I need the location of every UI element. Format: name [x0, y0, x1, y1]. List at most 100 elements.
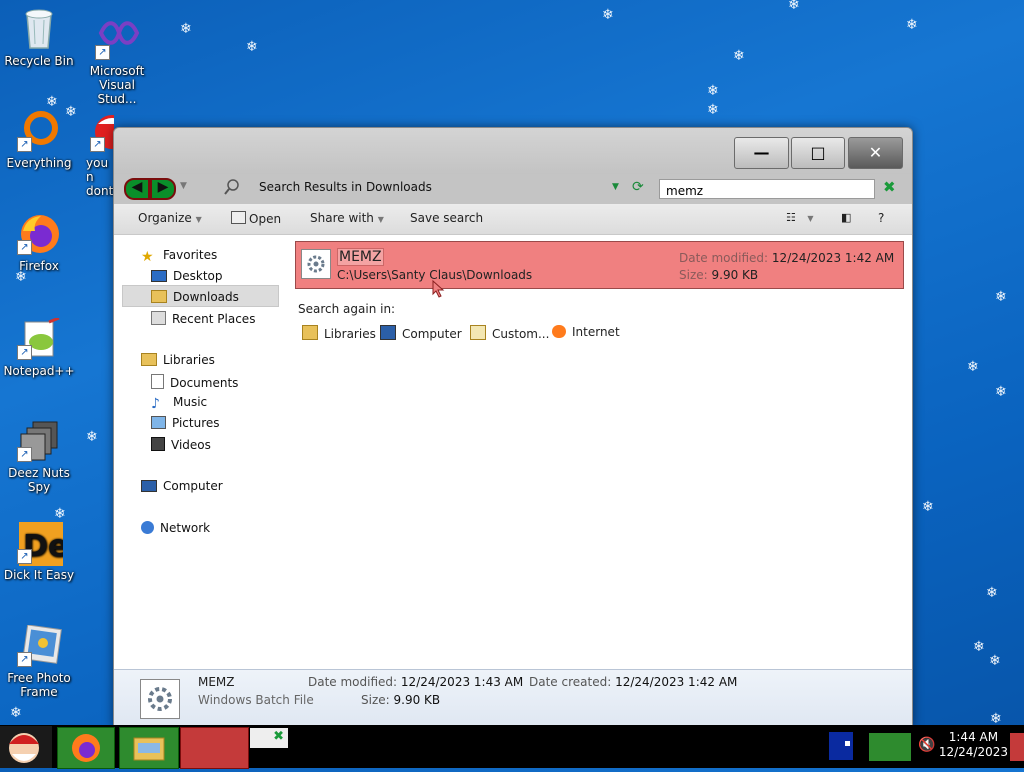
address-dropdown-icon[interactable]: ▼ — [612, 182, 619, 192]
snowflake-icon: ❄ — [10, 705, 22, 721]
desktop-icon-notepadpp[interactable]: ↗ Notepad++ — [0, 316, 78, 378]
desktop-icon-label: Notepad++ — [3, 364, 75, 378]
everything-icon: ↗ — [17, 110, 59, 152]
search-result-item[interactable]: MEMZ C:\Users\Santy Claus\Downloads Date… — [295, 241, 904, 298]
search-again-internet[interactable]: Internet — [552, 325, 620, 339]
nav-documents[interactable]: Documents — [151, 374, 238, 390]
shortcut-arrow-icon: ↗ — [17, 652, 32, 667]
snowflake-icon: ❄ — [180, 21, 192, 37]
desktop-icon-dick-it-easy[interactable]: De ↗ Dick It Easy — [0, 522, 78, 582]
nav-recent-places[interactable]: Recent Places — [151, 311, 255, 326]
computer-icon — [380, 325, 396, 340]
libraries-icon — [302, 325, 318, 340]
snowflake-icon: ❄ — [995, 289, 1007, 305]
shortcut-arrow-icon: ↗ — [17, 345, 32, 360]
shortcut-arrow-icon: ↗ — [17, 447, 32, 462]
open-button[interactable]: Open — [231, 211, 281, 226]
snowflake-icon: ❄ — [788, 0, 800, 13]
desktop-icon-visual-studio[interactable]: ↗ Microsoft Visual Stud... — [78, 18, 156, 106]
title-bar[interactable]: — □ ✕ — [114, 128, 912, 174]
desktop-icon-you-n-dont[interactable]: ↗ you n dont — [78, 110, 114, 198]
desktop-icon-free-photo-frame[interactable]: ↗ Free Photo Frame — [0, 624, 78, 699]
forward-arrow-icon: ▶ — [157, 179, 169, 195]
nav-music[interactable]: ♪ Music — [151, 395, 207, 412]
tray-apps-icon[interactable] — [869, 733, 911, 761]
snowflake-icon: ❄ — [54, 506, 66, 522]
refresh-icon[interactable]: ⟳ — [632, 179, 644, 195]
details-file-name: MEMZ — [198, 675, 235, 689]
shortcut-arrow-icon: ↗ — [17, 137, 32, 152]
desktop-icon-label: Free Photo Frame — [7, 671, 71, 699]
nav-network[interactable]: Network — [141, 521, 210, 535]
back-button[interactable]: ◀ — [124, 178, 150, 200]
preview-pane-icon[interactable]: ◧ — [841, 211, 851, 224]
taskbar-app-red[interactable] — [180, 727, 249, 769]
maximize-button[interactable]: □ — [791, 137, 845, 169]
nav-favorites[interactable]: ★ Favorites — [141, 248, 217, 265]
nav-videos[interactable]: Videos — [151, 437, 211, 452]
documents-icon — [151, 374, 164, 389]
recent-places-icon — [151, 311, 166, 325]
santa-hat-icon: ↗ — [90, 110, 114, 152]
show-hidden-icons[interactable] — [829, 732, 853, 760]
shortcut-arrow-icon: ↗ — [90, 137, 105, 152]
taskbar: ✖ 🔇 1:44 AM 12/24/2023 — [0, 725, 1024, 769]
search-box[interactable] — [659, 179, 875, 199]
share-with-menu[interactable]: Share with ▼ — [310, 211, 384, 225]
details-date-created: Date created: 12/24/2023 1:42 AM — [529, 675, 738, 689]
open-icon — [231, 211, 246, 224]
desktop-icon-recycle-bin[interactable]: Recycle Bin — [0, 8, 78, 68]
result-file-name: MEMZ — [337, 248, 384, 266]
nav-libraries[interactable]: Libraries — [141, 353, 215, 367]
visual-studio-icon: ↗ — [95, 18, 140, 60]
snowflake-icon: ❄ — [733, 48, 745, 64]
minimize-button[interactable]: — — [734, 137, 789, 169]
music-icon: ♪ — [151, 396, 160, 412]
dot-icon — [845, 741, 850, 746]
desktop-icon-firefox[interactable]: ↗ Firefox — [0, 213, 78, 273]
search-again-custom[interactable]: Custom... — [470, 325, 549, 341]
nav-desktop[interactable]: Desktop — [151, 269, 223, 283]
taskbar-app-white[interactable]: ✖ — [250, 728, 288, 748]
snowflake-icon: ❄ — [989, 653, 1001, 669]
desktop-icon-everything[interactable]: ↗ Everything — [0, 110, 78, 170]
show-desktop-button[interactable] — [1010, 733, 1024, 761]
libraries-icon — [141, 353, 157, 366]
mouse-cursor-icon — [431, 279, 447, 302]
nav-downloads[interactable]: Downloads — [151, 290, 239, 304]
view-options-icon[interactable]: ☷ ▼ — [786, 211, 814, 224]
network-icon — [141, 521, 154, 534]
start-button[interactable] — [0, 726, 52, 768]
clear-search-icon[interactable]: ✖ — [883, 178, 896, 196]
taskbar-explorer[interactable] — [119, 727, 179, 769]
command-bar: Organize ▼ Open Share with ▼ Save search… — [114, 204, 912, 235]
taskbar-firefox[interactable] — [57, 727, 115, 769]
recent-pages-dropdown[interactable]: ▼ — [180, 181, 187, 191]
search-again-libraries[interactable]: Libraries — [302, 325, 376, 341]
chevron-down-icon: ▼ — [377, 215, 384, 224]
details-batch-file-icon — [140, 679, 180, 719]
details-file-type: Windows Batch File — [198, 693, 314, 707]
snowflake-icon: ❄ — [990, 711, 1002, 727]
shortcut-arrow-icon: ↗ — [17, 549, 32, 564]
explorer-window: — □ ✕ ◀ ▶ ▼ Search Results in Downloads … — [113, 127, 913, 727]
nav-pictures[interactable]: Pictures — [151, 416, 220, 430]
star-icon: ★ — [141, 249, 154, 265]
save-search-button[interactable]: Save search — [410, 211, 483, 225]
clock[interactable]: 1:44 AM 12/24/2023 — [939, 730, 1008, 760]
desktop-icon-deez-nuts-spy[interactable]: ↗ Deez Nuts Spy — [0, 420, 78, 494]
snowflake-icon: ❄ — [922, 499, 934, 515]
pictures-icon — [151, 416, 166, 429]
volume-muted-icon[interactable]: 🔇 — [918, 737, 935, 753]
nav-computer[interactable]: Computer — [141, 479, 223, 493]
desktop-icon-label: Recycle Bin — [4, 54, 74, 68]
de-logo-icon: De ↗ — [17, 522, 68, 566]
help-button[interactable]: ? — [878, 211, 884, 225]
address-path[interactable]: Search Results in Downloads — [259, 180, 432, 194]
search-input[interactable] — [660, 183, 846, 199]
organize-menu[interactable]: Organize ▼ — [138, 211, 202, 225]
forward-button[interactable]: ▶ — [150, 178, 176, 200]
snowflake-icon: ❄ — [246, 39, 258, 55]
close-button[interactable]: ✕ — [848, 137, 903, 169]
search-again-computer[interactable]: Computer — [380, 325, 462, 341]
